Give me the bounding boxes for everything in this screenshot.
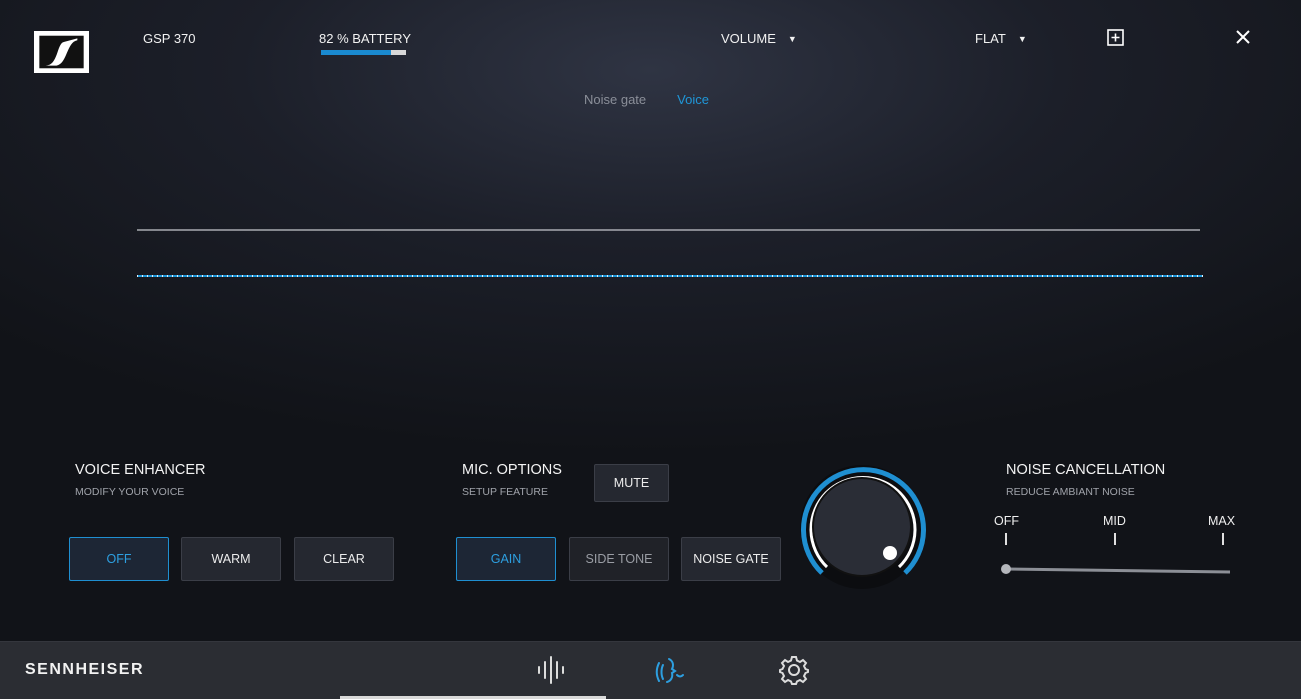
knob-indicator — [883, 546, 897, 560]
nc-tick-max — [1222, 533, 1224, 545]
graph-tabs: Noise gate Voice — [584, 92, 709, 107]
voice-enhancer-title: VOICE ENHANCER — [75, 462, 206, 478]
settings-icon[interactable] — [777, 655, 811, 685]
mic-options-title: MIC. OPTIONS — [462, 462, 562, 478]
equalizer-icon[interactable] — [534, 655, 568, 685]
microphone-voice-icon[interactable] — [655, 655, 689, 685]
noise-cancellation-subtitle: REDUCE AMBIANT NOISE — [1006, 486, 1135, 498]
close-icon — [1236, 30, 1250, 44]
voice-off-button[interactable]: OFF — [69, 537, 169, 581]
device-name: GSP 370 — [143, 31, 196, 46]
noise-cancellation-slider[interactable] — [998, 560, 1234, 578]
voice-clear-button[interactable]: CLEAR — [294, 537, 394, 581]
volume-label: VOLUME — [721, 31, 776, 46]
nc-tick-mid — [1114, 533, 1116, 545]
side-tone-button[interactable]: SIDE TONE — [569, 537, 669, 581]
battery-bar — [321, 50, 406, 55]
nc-label-off: OFF — [994, 514, 1019, 528]
logo-icon — [36, 33, 87, 71]
tab-voice[interactable]: Voice — [677, 92, 709, 107]
mic-options-subtitle: SETUP FEATURE — [462, 486, 548, 498]
volume-dropdown[interactable]: VOLUME ▼ — [721, 31, 797, 46]
gain-knob[interactable] — [797, 463, 931, 593]
voice-graph — [137, 229, 1203, 277]
voice-enhancer-subtitle: MODIFY YOUR VOICE — [75, 486, 185, 498]
mute-button[interactable]: MUTE — [594, 464, 669, 502]
nc-label-mid: MID — [1103, 514, 1126, 528]
sennheiser-logo — [34, 31, 89, 73]
preset-label: FLAT — [975, 31, 1006, 46]
noise-cancellation-title: NOISE CANCELLATION — [1006, 462, 1166, 478]
voice-warm-button[interactable]: WARM — [181, 537, 281, 581]
battery-fill — [321, 50, 391, 55]
nc-slider-handle — [1001, 564, 1011, 574]
noise-gate-button[interactable]: NOISE GATE — [681, 537, 781, 581]
close-button[interactable] — [1234, 28, 1252, 46]
add-preset-button[interactable] — [1107, 29, 1124, 46]
tab-noise-gate[interactable]: Noise gate — [584, 92, 646, 107]
brand-name: SENNHEISER — [25, 661, 145, 678]
caret-down-icon: ▼ — [787, 33, 797, 44]
nc-tick-off — [1005, 533, 1007, 545]
battery-label: 82 % BATTERY — [319, 31, 411, 46]
gain-button[interactable]: GAIN — [456, 537, 556, 581]
nc-label-max: MAX — [1208, 514, 1236, 528]
footer-bar — [0, 641, 1301, 699]
caret-down-icon: ▼ — [1017, 33, 1027, 44]
plus-box-icon — [1107, 29, 1124, 46]
preset-dropdown[interactable]: FLAT ▼ — [975, 31, 1027, 46]
